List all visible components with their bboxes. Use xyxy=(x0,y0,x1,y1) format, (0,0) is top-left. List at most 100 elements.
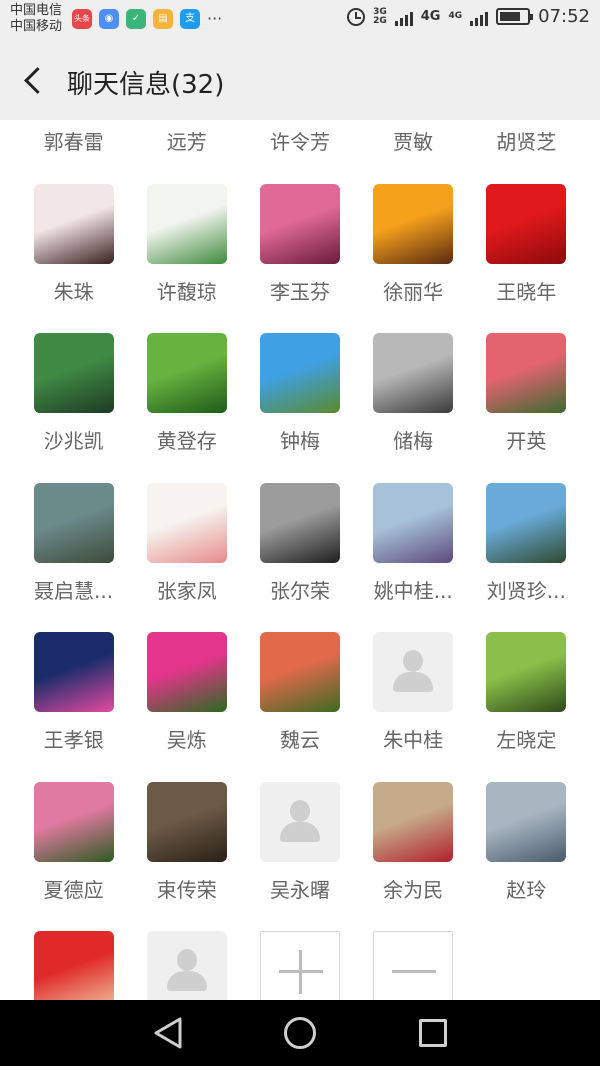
add-member-button[interactable] xyxy=(243,928,356,1000)
toutiao-icon: 头条 xyxy=(72,9,92,29)
avatar xyxy=(486,781,567,862)
top-bar: 聊天信息(32) xyxy=(0,42,600,120)
member-item[interactable]: 王晓年 xyxy=(470,181,583,331)
member-item[interactable]: 束传荣 xyxy=(130,779,243,929)
member-item[interactable]: 许令芳 xyxy=(243,120,356,181)
plus-icon xyxy=(259,931,340,1000)
member-name: 夏德应 xyxy=(43,877,104,902)
triangle-back-icon[interactable] xyxy=(153,1017,183,1049)
avatar xyxy=(259,632,340,712)
member-name: 魏云 xyxy=(279,728,320,752)
signal-icon-1 xyxy=(394,8,413,26)
member-item[interactable]: 夏德应 xyxy=(17,779,130,929)
member-name: 束传荣 xyxy=(156,877,217,902)
member-item[interactable]: 贾敏 xyxy=(357,120,470,181)
avatar xyxy=(486,183,567,264)
member-item[interactable]: 黄登存 xyxy=(130,330,243,480)
avatar xyxy=(33,781,114,862)
browser-icon: ◉ xyxy=(99,9,119,29)
member-name: 王晓年 xyxy=(496,279,557,304)
member-item[interactable]: 张尔荣 xyxy=(243,480,356,630)
member-name: 胡贤芝 xyxy=(496,130,557,154)
member-item[interactable]: 张家凤 xyxy=(130,480,243,630)
avatar xyxy=(146,781,227,862)
member-name: 沙兆凯 xyxy=(43,429,104,453)
navigation-bar xyxy=(0,1000,600,1066)
avatar xyxy=(486,482,567,563)
member-name: 徐丽华 xyxy=(383,279,444,304)
avatar xyxy=(259,482,340,563)
member-item[interactable]: 王孝银 xyxy=(17,629,130,779)
member-name: 姚中桂... xyxy=(373,578,453,603)
member-grid: 郭春雷 远芳 许令芳 贾敏 胡贤芝朱珠 许馥琼 李玉芬 徐丽华 王晓年沙兆凯 黄登存 钟梅 储梅 开英聂… xyxy=(0,120,600,1000)
member-item[interactable]: 魏云 xyxy=(243,629,356,779)
network-type-2: 4G xyxy=(420,9,441,24)
member-item[interactable]: 李玉芬 xyxy=(243,181,356,331)
member-item[interactable]: 钟梅 xyxy=(243,330,356,480)
member-item[interactable] xyxy=(17,928,130,1000)
member-item[interactable]: 徐丽华 xyxy=(357,181,470,331)
member-name: 贾敏 xyxy=(393,130,434,154)
network-type-1: 3G 2G xyxy=(373,6,387,26)
member-name: 开英 xyxy=(506,429,547,453)
member-item[interactable]: 储梅 xyxy=(357,330,470,480)
clock: 07:52 xyxy=(538,6,590,27)
default-avatar-icon xyxy=(146,931,227,1000)
member-item[interactable]: 沙兆凯 xyxy=(17,330,130,480)
member-name: 黄登存 xyxy=(156,429,217,453)
status-bar: 中国电信 中国移动 头条 ◉ ✓ ▤ 支 ··· 3G 2G 4G 4G 07:52 xyxy=(0,0,600,42)
default-avatar-icon xyxy=(259,781,340,862)
member-item[interactable]: 姚中桂... xyxy=(357,480,470,630)
avatar xyxy=(373,482,454,563)
app-store-icon: ▤ xyxy=(153,9,173,29)
member-item[interactable]: 朱珠 xyxy=(17,181,130,331)
member-name: 李玉芬 xyxy=(269,279,330,304)
member-item[interactable]: 左晓定 xyxy=(470,629,583,779)
circle-home-icon[interactable] xyxy=(284,1017,316,1049)
square-recent-icon[interactable] xyxy=(419,1019,447,1047)
minus-icon xyxy=(373,931,454,1000)
avatar xyxy=(33,632,114,712)
member-name: 王孝银 xyxy=(43,728,104,752)
page-title: 聊天信息(32) xyxy=(67,70,225,100)
avatar xyxy=(146,632,227,712)
member-name: 赵玲 xyxy=(506,877,547,902)
system-indicators: 3G 2G 4G 4G 07:52 xyxy=(347,6,590,27)
member-item[interactable]: 远芳 xyxy=(130,120,243,181)
member-item[interactable]: 开英 xyxy=(470,330,583,480)
battery-icon xyxy=(496,8,534,25)
avatar xyxy=(33,183,114,264)
member-name: 许馥琼 xyxy=(156,279,217,304)
avatar xyxy=(259,183,340,264)
member-item[interactable]: 赵玲 xyxy=(470,779,583,929)
member-name: 张尔荣 xyxy=(269,578,330,603)
member-item[interactable]: 胡贤芝 xyxy=(470,120,583,181)
avatar xyxy=(33,333,114,413)
member-item[interactable]: 余为民 xyxy=(357,779,470,929)
avatar xyxy=(373,333,454,413)
member-name: 余为民 xyxy=(383,877,444,902)
default-avatar-icon xyxy=(373,632,454,712)
back-button[interactable] xyxy=(18,62,48,100)
member-name: 吴永曙 xyxy=(269,877,330,902)
carrier-labels: 中国电信 中国移动 xyxy=(10,3,62,35)
member-item[interactable] xyxy=(130,928,243,1000)
avatar xyxy=(486,333,567,413)
member-item[interactable]: 吴炼 xyxy=(130,629,243,779)
member-item[interactable]: 刘贤珍... xyxy=(470,480,583,630)
member-item[interactable]: 许馥琼 xyxy=(130,181,243,331)
member-name: 储梅 xyxy=(393,429,434,453)
member-item[interactable]: 郭春雷 xyxy=(17,120,130,181)
security-icon: ✓ xyxy=(126,9,146,29)
member-name: 左晓定 xyxy=(496,728,557,752)
member-item[interactable]: 聂启慧... xyxy=(17,480,130,630)
avatar xyxy=(146,482,227,563)
member-item[interactable]: 朱中桂 xyxy=(357,629,470,779)
notification-icons: 头条 ◉ ✓ ▤ 支 ··· xyxy=(72,9,222,29)
avatar xyxy=(33,931,114,1000)
more-notifications-icon: ··· xyxy=(207,9,223,28)
avatar xyxy=(146,183,227,264)
remove-member-button[interactable] xyxy=(357,928,470,1000)
member-item[interactable]: 吴永曙 xyxy=(243,779,356,929)
alipay-icon: 支 xyxy=(180,9,200,29)
